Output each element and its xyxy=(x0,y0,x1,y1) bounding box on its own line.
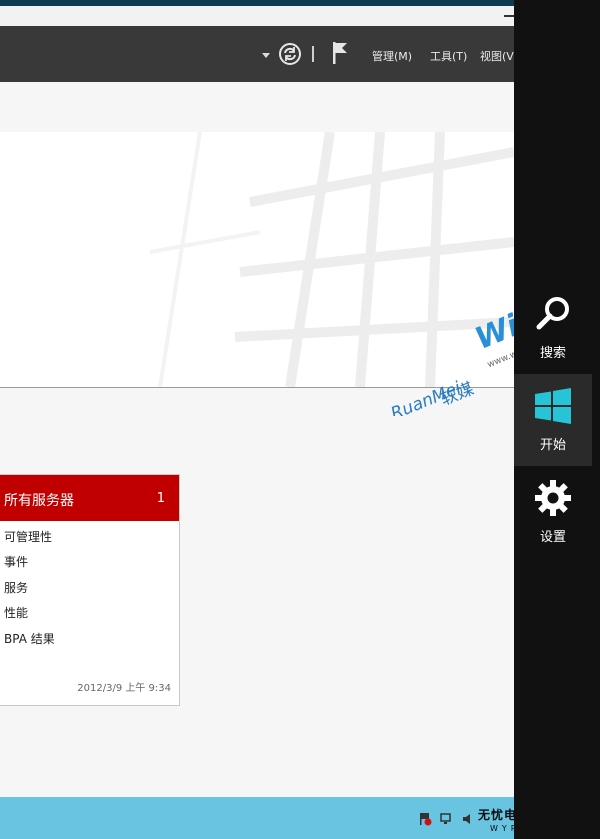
windows-logo-icon xyxy=(535,388,571,424)
network-tray-icon[interactable] xyxy=(440,812,454,826)
menu-manage[interactable]: 管理(M) xyxy=(372,48,412,64)
charm-settings[interactable]: 设置 xyxy=(514,466,592,558)
charm-search-label: 搜索 xyxy=(539,346,566,361)
server-count: 1 xyxy=(156,491,165,506)
notification-flag-icon[interactable] xyxy=(330,40,350,66)
search-icon xyxy=(536,297,569,330)
charms-bar: 搜索 开始 设置 xyxy=(514,0,600,839)
charm-start[interactable]: 开始 xyxy=(514,374,592,466)
menu-view[interactable]: 视图(V xyxy=(480,48,514,64)
dropdown-caret-icon[interactable] xyxy=(262,53,270,58)
charm-settings-label: 设置 xyxy=(539,530,566,545)
tile-item-bpa-results[interactable]: BPA 结果 xyxy=(4,630,55,647)
tile-item-performance[interactable]: 性能 xyxy=(4,604,28,621)
charm-search[interactable]: 搜索 xyxy=(514,282,592,374)
refresh-icon[interactable] xyxy=(278,42,302,66)
minimize-button[interactable] xyxy=(504,15,514,17)
charm-start-label: 开始 xyxy=(539,438,566,453)
tile-item-services[interactable]: 服务 xyxy=(4,579,28,596)
gear-icon xyxy=(535,480,571,516)
all-servers-tile[interactable]: 所有服务器 1 可管理性 事件 服务 性能 BPA 结果 2012/3/9 上午… xyxy=(0,474,180,706)
toolbar: 管理(M) 工具(T) 视图(V xyxy=(0,26,514,82)
tile-item-manageability[interactable]: 可管理性 xyxy=(4,528,52,545)
title-bar xyxy=(0,6,514,26)
volume-tray-icon[interactable] xyxy=(462,812,476,826)
tile-title: 所有服务器 xyxy=(4,493,74,509)
toolbar-separator xyxy=(312,46,314,62)
flag-error-tray-icon[interactable] xyxy=(418,812,432,826)
tile-timestamp: 2012/3/9 上午 9:34 xyxy=(77,683,171,694)
menu-tools[interactable]: 工具(T) xyxy=(430,48,467,64)
tile-header[interactable]: 所有服务器 1 xyxy=(0,475,179,521)
tile-item-events[interactable]: 事件 xyxy=(4,553,28,570)
